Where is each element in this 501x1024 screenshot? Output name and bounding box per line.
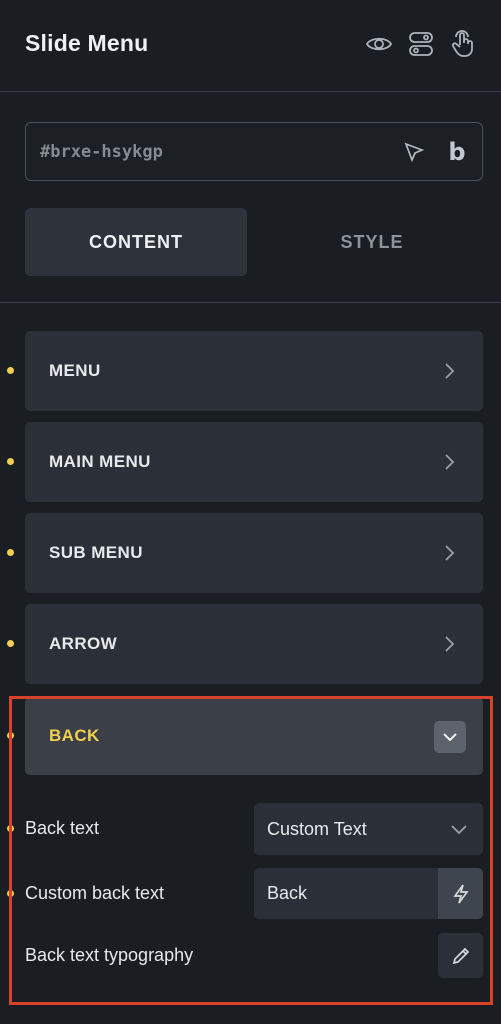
modified-indicator-dot <box>7 825 14 832</box>
chevron-right-icon <box>439 452 459 472</box>
pencil-icon <box>452 947 469 964</box>
toggle-icon[interactable] <box>405 28 437 60</box>
modified-indicator-dot <box>7 367 14 374</box>
select-value: Custom Text <box>267 819 367 839</box>
divider <box>0 302 501 303</box>
chevron-right-icon <box>439 543 459 563</box>
chevron-down-icon <box>449 819 469 839</box>
modified-indicator-dot <box>7 640 14 647</box>
custom-back-text-label: Custom back text <box>25 883 165 903</box>
collapse-button[interactable] <box>434 721 466 753</box>
bricks-logo-icon[interactable]: b <box>444 137 470 167</box>
section-back[interactable]: BACK <box>25 697 483 775</box>
tab-style[interactable]: STYLE <box>261 208 483 276</box>
section-arrow[interactable]: ARROW <box>25 604 483 684</box>
section-label: MENU <box>49 361 101 380</box>
panel-header: Slide Menu <box>0 0 501 92</box>
chevron-right-icon <box>439 634 459 654</box>
section-sub-menu[interactable]: SUB MENU <box>25 513 483 593</box>
modified-indicator-dot <box>7 549 14 556</box>
hand-pointer-icon[interactable] <box>447 28 479 60</box>
section-label: BACK <box>49 726 100 745</box>
edit-typography-button[interactable] <box>438 933 483 978</box>
element-id-input[interactable] <box>40 123 380 180</box>
section-label: ARROW <box>49 634 118 653</box>
dynamic-data-button[interactable] <box>438 868 483 919</box>
custom-back-text-input[interactable] <box>267 868 427 919</box>
chevron-right-icon <box>439 361 459 381</box>
section-main-menu[interactable]: MAIN MENU <box>25 422 483 502</box>
tab-content[interactable]: CONTENT <box>25 208 247 276</box>
section-label: SUB MENU <box>49 543 143 562</box>
custom-back-text-field <box>254 868 438 919</box>
chevron-down-icon <box>443 733 457 742</box>
section-label: MAIN MENU <box>49 452 151 471</box>
cursor-pick-icon[interactable] <box>401 139 427 165</box>
back-text-typography-label: Back text typography <box>25 945 194 965</box>
element-id-field: b <box>25 122 483 181</box>
section-menu[interactable]: MENU <box>25 331 483 411</box>
lightning-icon <box>452 884 469 903</box>
modified-indicator-dot <box>7 890 14 897</box>
back-text-select[interactable]: Custom Text <box>254 803 483 855</box>
panel-title: Slide Menu <box>25 30 149 56</box>
modified-indicator-dot <box>7 458 14 465</box>
back-text-label: Back text <box>25 818 100 838</box>
eye-icon[interactable] <box>363 28 395 60</box>
modified-indicator-dot <box>7 732 14 739</box>
